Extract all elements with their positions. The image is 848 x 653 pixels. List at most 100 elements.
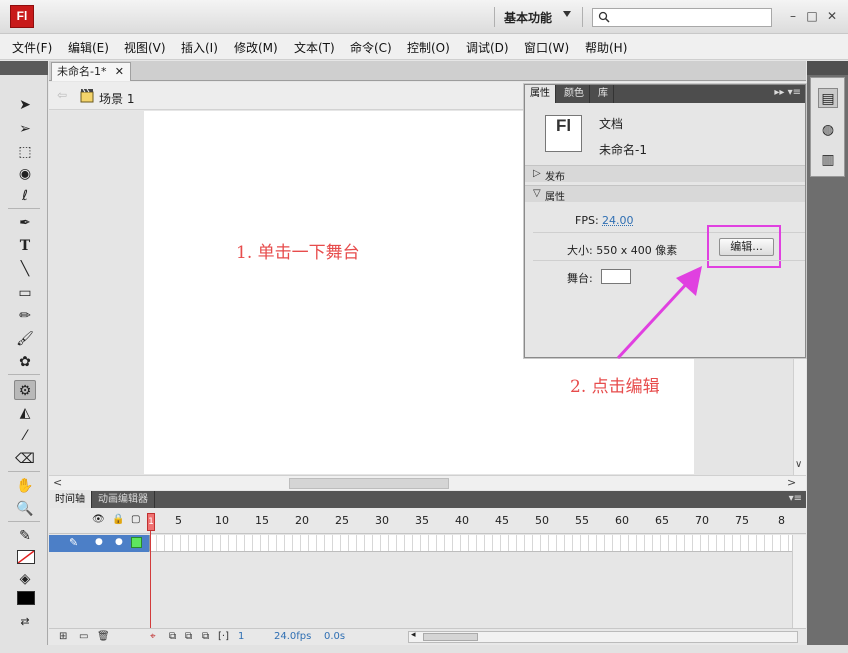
chevron-left-icon[interactable]: < xyxy=(53,476,62,489)
menu-view[interactable]: 视图(V) xyxy=(124,39,166,56)
layer-outline-color[interactable] xyxy=(131,537,142,548)
subselection-tool-icon[interactable]: ➢ xyxy=(14,119,36,139)
panel-menu-icon[interactable]: ▾≡ xyxy=(789,493,802,504)
eraser-tool-icon[interactable]: ⌫ xyxy=(14,449,36,469)
size-label: 大小: 550 x 400 像素 xyxy=(567,244,678,257)
frames-row[interactable] xyxy=(149,535,792,552)
document-tab[interactable]: 未命名-1* ✕ xyxy=(51,62,131,81)
swap-colors-icon[interactable]: ⇄ xyxy=(14,612,36,632)
elapsed-time-value[interactable]: 0.0s xyxy=(324,631,345,642)
frame-number: 25 xyxy=(335,514,349,527)
current-frame-value[interactable]: 1 xyxy=(238,631,244,642)
eye-icon[interactable]: 👁 xyxy=(92,514,105,525)
visibility-dot-icon[interactable]: ● xyxy=(95,537,103,547)
lock-icon[interactable]: 🔒 xyxy=(112,514,124,525)
bone-tool-icon[interactable]: ⚙ xyxy=(14,380,36,400)
scrollbar-thumb[interactable] xyxy=(289,478,449,489)
section-properties-label: 属性 xyxy=(545,192,565,203)
document-file-icon: Fl xyxy=(545,115,582,152)
edit-multiple-frames-icon[interactable]: ⧉ xyxy=(202,631,209,642)
3d-rotation-tool-icon[interactable]: ◉ xyxy=(14,164,36,184)
onion-markers-icon[interactable]: [·] xyxy=(218,631,229,642)
section-properties[interactable]: ▽ 属性 xyxy=(525,185,805,203)
new-layer-icon[interactable]: ⊞ xyxy=(59,631,67,642)
onion-outline-icon[interactable]: ⧉ xyxy=(185,631,192,642)
stage-color-label: 舞台: xyxy=(567,272,593,285)
scene-label[interactable]: 场景 1 xyxy=(99,90,134,107)
fill-color-swatch[interactable] xyxy=(17,591,35,605)
maximize-icon[interactable]: □ xyxy=(806,10,818,22)
delete-icon[interactable]: 🗑 xyxy=(97,631,110,642)
deco-tool-icon[interactable]: ✿ xyxy=(14,352,36,372)
tab-timeline[interactable]: 时间轴 xyxy=(49,491,92,508)
eyedropper-tool-icon[interactable]: ⁄ xyxy=(14,426,36,446)
outline-icon[interactable]: ▢ xyxy=(131,514,140,525)
minimize-icon[interactable]: – xyxy=(787,10,799,22)
title-bar: Fl 基本功能 – □ ✕ xyxy=(0,0,848,34)
new-folder-icon[interactable]: ▭ xyxy=(79,631,88,642)
lasso-tool-icon[interactable]: ℓ xyxy=(14,186,36,206)
text-tool-icon[interactable]: T xyxy=(14,236,36,256)
brush-tool-icon[interactable]: 🖌 xyxy=(14,329,36,349)
menu-insert[interactable]: 插入(I) xyxy=(181,39,218,56)
line-tool-icon[interactable]: ╲ xyxy=(14,259,36,279)
status-strip xyxy=(0,645,848,653)
tools-panel-header[interactable] xyxy=(0,61,48,75)
close-icon[interactable]: ✕ xyxy=(115,63,124,81)
library-panel-icon[interactable]: ▥ xyxy=(818,150,838,170)
horizontal-scrollbar[interactable]: < > xyxy=(49,475,806,490)
scrollbar-thumb[interactable] xyxy=(423,633,478,641)
close-icon[interactable]: ✕ xyxy=(826,10,838,22)
chevron-right-icon: ▷ xyxy=(533,168,541,179)
playhead[interactable]: 1 xyxy=(147,513,155,531)
zoom-tool-icon[interactable]: 🔍 xyxy=(14,499,36,519)
menu-edit[interactable]: 编辑(E) xyxy=(68,39,109,56)
menu-text[interactable]: 文本(T) xyxy=(294,39,335,56)
frame-number: 8 xyxy=(778,514,785,527)
menu-window[interactable]: 窗口(W) xyxy=(524,39,569,56)
tab-motion-editor[interactable]: 动画编辑器 xyxy=(92,491,155,508)
panel-menu-icon[interactable]: ▸▸ ▾≡ xyxy=(774,87,801,98)
lock-dot-icon[interactable]: ● xyxy=(115,537,123,547)
stroke-color-icon[interactable]: ✎ xyxy=(14,526,36,546)
center-frame-icon[interactable]: ⌖ xyxy=(150,631,156,642)
menu-help[interactable]: 帮助(H) xyxy=(585,39,627,56)
frame-rate-value[interactable]: 24.0fps xyxy=(274,631,311,642)
menu-commands[interactable]: 命令(C) xyxy=(350,39,392,56)
pen-tool-icon[interactable]: ✒ xyxy=(14,213,36,233)
rectangle-tool-icon[interactable]: ▭ xyxy=(14,283,36,303)
free-transform-tool-icon[interactable]: ⬚ xyxy=(14,142,36,162)
chevron-left-icon[interactable]: ◂ xyxy=(411,630,416,640)
onion-skin-icon[interactable]: ⧉ xyxy=(169,631,176,642)
chevron-down-icon[interactable] xyxy=(563,11,571,17)
document-type-label: 文档 xyxy=(599,117,624,131)
menu-modify[interactable]: 修改(M) xyxy=(234,39,278,56)
menu-control[interactable]: 控制(O) xyxy=(407,39,450,56)
layer-row[interactable]: ✎ ● ● xyxy=(49,535,149,552)
chevron-right-icon[interactable]: > xyxy=(787,476,796,489)
tab-library[interactable]: 库 xyxy=(593,85,614,103)
section-publish[interactable]: ▷ 发布 xyxy=(525,165,805,183)
selection-tool-icon[interactable]: ➤ xyxy=(14,95,36,115)
color-panel-icon[interactable]: ◍ xyxy=(818,120,838,140)
dock-header[interactable] xyxy=(807,61,848,75)
menu-file[interactable]: 文件(F) xyxy=(12,39,52,56)
frame-ruler[interactable]: 5 10 15 20 25 30 35 40 45 50 55 60 65 70… xyxy=(149,508,806,534)
hand-tool-icon[interactable]: ✋ xyxy=(14,476,36,496)
timeline-horizontal-scrollbar[interactable]: ◂ xyxy=(408,630,798,643)
timeline-vertical-scrollbar[interactable] xyxy=(792,535,806,628)
properties-panel-icon[interactable]: ▤ xyxy=(818,88,838,108)
workspace-switcher[interactable]: 基本功能 xyxy=(504,9,552,26)
menu-debug[interactable]: 调试(D) xyxy=(466,39,509,56)
paint-bucket-tool-icon[interactable]: ◭ xyxy=(14,403,36,423)
stroke-color-swatch[interactable] xyxy=(17,550,35,564)
tab-properties[interactable]: 属性 xyxy=(525,85,556,103)
chevron-down-icon[interactable]: ∨ xyxy=(795,459,802,470)
pencil-tool-icon[interactable]: ✏ xyxy=(14,306,36,326)
search-input[interactable] xyxy=(592,8,772,27)
fps-value[interactable]: 24.00 xyxy=(602,214,634,227)
fill-color-icon[interactable]: ◈ xyxy=(14,569,36,589)
tab-color[interactable]: 颜色 xyxy=(559,85,590,103)
back-arrow-icon[interactable]: ⇦ xyxy=(57,88,67,102)
separator xyxy=(582,7,583,27)
